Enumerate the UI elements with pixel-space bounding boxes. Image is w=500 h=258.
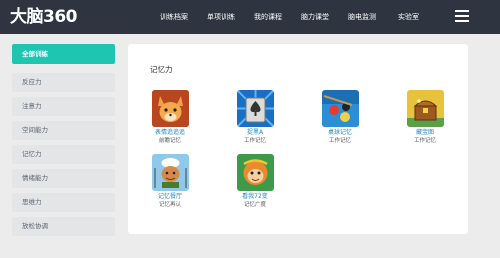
billiards-icon[interactable] bbox=[321, 90, 359, 127]
game-card[interactable]: 看我72变 记忆广度 bbox=[225, 154, 285, 209]
sidebar-item-emotion[interactable]: 情绪能力 bbox=[12, 169, 115, 188]
sidebar-item-spatial[interactable]: 空间能力 bbox=[12, 121, 115, 140]
game-name[interactable]: 桌球记忆 bbox=[310, 129, 370, 137]
nav-my-courses[interactable]: 我的课程 bbox=[254, 11, 282, 23]
monkey-king-icon[interactable] bbox=[236, 154, 274, 191]
nav-eeg-monitoring[interactable]: 脑电监测 bbox=[348, 11, 376, 23]
sidebar-item-all-training[interactable]: 全部训练 bbox=[12, 44, 115, 64]
sidebar-item-reaction[interactable]: 反应力 bbox=[12, 73, 115, 92]
nav-single-training[interactable]: 单项训练 bbox=[207, 11, 235, 23]
game-card[interactable]: 记忆餐厅 记忆再认 bbox=[140, 154, 200, 209]
game-category: 记忆广度 bbox=[243, 202, 266, 208]
fox-icon[interactable] bbox=[151, 90, 189, 127]
spade-card-icon[interactable] bbox=[236, 90, 274, 127]
game-card[interactable]: 藏宝图 工作记忆 bbox=[395, 90, 455, 145]
chef-icon[interactable] bbox=[151, 154, 189, 191]
game-name[interactable]: 藏宝图 bbox=[395, 129, 455, 137]
sidebar-item-memory[interactable]: 记忆力 bbox=[12, 145, 115, 164]
game-name[interactable]: 记忆餐厅 bbox=[140, 193, 200, 201]
sidebar-item-relax[interactable]: 放松协调 bbox=[12, 217, 115, 236]
sidebar-item-thinking[interactable]: 思维力 bbox=[12, 193, 115, 212]
hamburger-menu-icon[interactable] bbox=[455, 10, 469, 22]
category-sidebar: 全部训练 反应力 注意力 空间能力 记忆力 情绪能力 思维力 放松协调 bbox=[12, 44, 115, 241]
nav-brain-classroom[interactable]: 脑力课堂 bbox=[301, 11, 329, 23]
game-category: 前瞻记忆 bbox=[158, 138, 181, 144]
treasure-chest-icon[interactable] bbox=[406, 90, 444, 127]
game-category: 工作记忆 bbox=[328, 138, 351, 144]
games-panel: 记忆力 表情追追追 前瞻记忆 捉黑A 工作记忆 桌球记忆 工作记忆 藏宝图 工作… bbox=[128, 44, 468, 234]
site-logo[interactable]: 大脑360 bbox=[10, 6, 78, 28]
game-name[interactable]: 看我72变 bbox=[225, 193, 285, 201]
game-category: 工作记忆 bbox=[243, 138, 266, 144]
game-category: 工作记忆 bbox=[413, 138, 436, 144]
nav-training-records[interactable]: 训练档案 bbox=[160, 11, 188, 23]
game-card[interactable]: 桌球记忆 工作记忆 bbox=[310, 90, 370, 145]
game-category: 记忆再认 bbox=[158, 202, 181, 208]
section-title: 记忆力 bbox=[150, 65, 173, 74]
sidebar-item-attention[interactable]: 注意力 bbox=[12, 97, 115, 116]
game-name[interactable]: 捉黑A bbox=[225, 129, 285, 137]
top-nav-bar: 大脑360 训练档案 单项训练 我的课程 脑力课堂 脑电监测 实验室 bbox=[0, 0, 500, 34]
game-card[interactable]: 表情追追追 前瞻记忆 bbox=[140, 90, 200, 145]
game-card[interactable]: 捉黑A 工作记忆 bbox=[225, 90, 285, 145]
game-name[interactable]: 表情追追追 bbox=[140, 129, 200, 137]
nav-lab[interactable]: 实验室 bbox=[398, 11, 419, 23]
